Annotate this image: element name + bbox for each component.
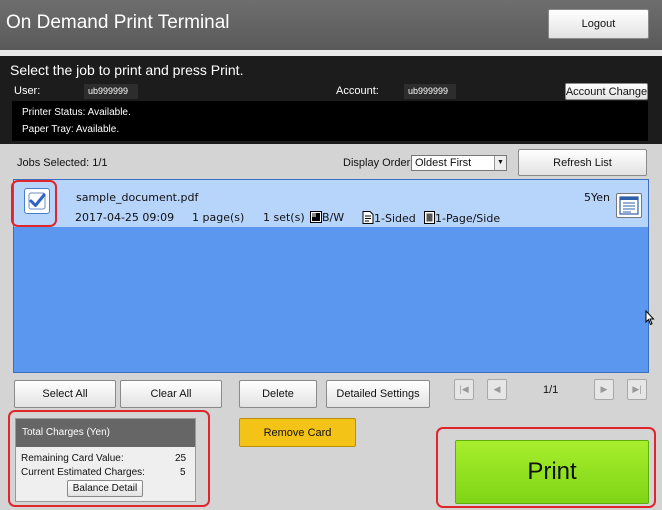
select-all-button[interactable]: Select All xyxy=(14,380,116,408)
job-filename: sample_document.pdf xyxy=(76,191,199,204)
display-order-label: Display Order: xyxy=(343,157,414,169)
account-change-button[interactable]: Account Change xyxy=(565,83,648,100)
page-layout-icon xyxy=(424,211,435,224)
detailed-settings-button[interactable]: Detailed Settings xyxy=(326,380,430,408)
job-detail-button[interactable] xyxy=(616,193,642,218)
job-sided-label: 1-Sided xyxy=(374,212,416,225)
first-page-button[interactable]: |◀ xyxy=(454,379,474,400)
refresh-list-button[interactable]: Refresh List xyxy=(518,149,647,176)
logout-button[interactable]: Logout xyxy=(548,9,649,39)
app-title: On Demand Print Terminal xyxy=(6,12,230,33)
last-page-button[interactable]: ▶| xyxy=(627,379,647,400)
job-color-label: B/W xyxy=(322,211,345,224)
chevron-down-icon: ▼ xyxy=(494,156,506,170)
next-page-button[interactable]: ▶ xyxy=(594,379,614,400)
prev-page-icon: ◀ xyxy=(493,384,501,394)
user-label: User: xyxy=(14,85,41,97)
remove-card-button[interactable]: Remove Card xyxy=(239,418,356,447)
highlight-charges xyxy=(8,410,210,507)
instruction-text: Select the job to print and press Print. xyxy=(10,62,244,78)
job-sets: 1 set(s) xyxy=(263,211,305,224)
job-price: 5Yen xyxy=(584,191,610,204)
account-value: ub999999 xyxy=(404,84,456,99)
page-count: 1/1 xyxy=(543,384,559,396)
printer-status: Printer Status: Available. xyxy=(22,107,131,118)
display-order-select[interactable]: Oldest First ▼ xyxy=(411,155,507,171)
highlight-print xyxy=(436,427,656,508)
display-order-value: Oldest First xyxy=(415,157,472,169)
job-layout-label: 1-Page/Side xyxy=(435,212,501,225)
clear-all-button[interactable]: Clear All xyxy=(120,380,222,408)
highlight-checkbox xyxy=(11,180,57,227)
mouse-cursor-icon xyxy=(645,310,655,326)
job-sided: 1-Sided xyxy=(362,211,416,225)
job-row[interactable]: sample_document.pdf 2017-04-25 09:09 1 p… xyxy=(14,180,648,227)
first-page-icon: |◀ xyxy=(459,384,469,394)
job-layout: 1-Page/Side xyxy=(424,211,500,225)
job-color-mode: B/W xyxy=(310,211,344,224)
delete-button[interactable]: Delete xyxy=(239,380,317,408)
user-value: ub999999 xyxy=(84,84,138,99)
paper-tray-status: Paper Tray: Available. xyxy=(22,124,120,135)
job-datetime: 2017-04-25 09:09 xyxy=(75,211,175,224)
color-mode-icon xyxy=(310,211,322,223)
prev-page-button[interactable]: ◀ xyxy=(487,379,507,400)
job-list[interactable]: sample_document.pdf 2017-04-25 09:09 1 p… xyxy=(13,179,649,373)
account-label: Account: xyxy=(336,85,379,97)
jobs-selected-count: Jobs Selected: 1/1 xyxy=(17,157,108,169)
last-page-icon: ▶| xyxy=(632,384,642,394)
job-pages: 1 page(s) xyxy=(192,211,245,224)
next-page-icon: ▶ xyxy=(600,384,608,394)
duplex-icon xyxy=(362,211,374,224)
job-detail-icon xyxy=(619,196,639,215)
title-bar: On Demand Print Terminal Logout xyxy=(0,0,662,50)
status-panel: Printer Status: Available. Paper Tray: A… xyxy=(12,101,648,141)
